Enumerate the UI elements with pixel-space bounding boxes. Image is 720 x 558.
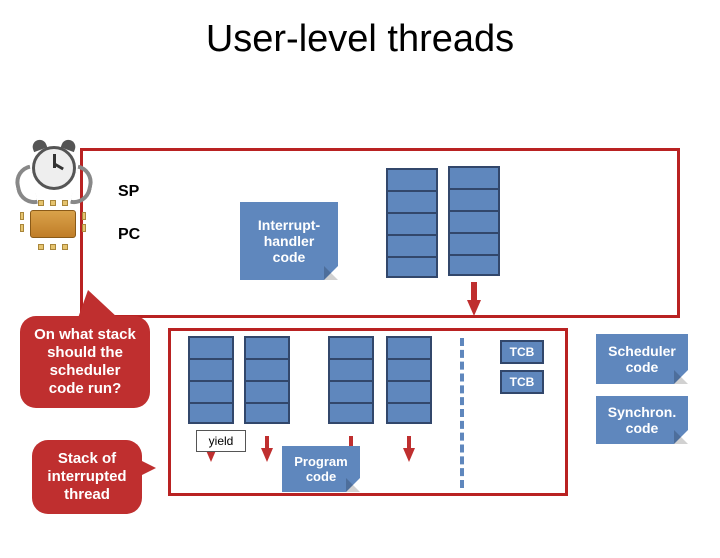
dashed-separator	[460, 338, 464, 488]
user-stack-4	[386, 336, 432, 424]
kernel-stack-2	[448, 166, 500, 276]
alarm-clock-icon	[22, 142, 86, 206]
yield-box: yield	[196, 430, 246, 452]
interrupt-handler-label: Interrupt- handler code	[258, 217, 320, 265]
tcb-1-label: TCB	[510, 345, 535, 359]
arrow-down-icon	[403, 448, 415, 462]
tcb-1: TCB	[500, 340, 544, 364]
tcb-2: TCB	[500, 370, 544, 394]
callout-question: On what stack should the scheduler code …	[20, 316, 150, 408]
slide-title: User-level threads	[0, 18, 720, 61]
scheduler-code-box: Scheduler code	[596, 334, 688, 384]
sp-register-label: SP	[118, 183, 139, 201]
interrupt-handler-code-box: Interrupt- handler code	[240, 202, 338, 280]
synchron-label: Synchron. code	[608, 404, 676, 436]
callout-question-text: On what stack should the scheduler code …	[34, 326, 136, 397]
synchron-code-box: Synchron. code	[596, 396, 688, 444]
kernel-stack-1	[386, 168, 438, 278]
scheduler-label: Scheduler code	[608, 343, 676, 375]
pc-register-label: PC	[118, 226, 140, 244]
kernel-region-box	[80, 148, 680, 318]
arrow-down-icon	[467, 300, 481, 316]
callout-answer: Stack of interrupted thread	[32, 440, 142, 514]
user-stack-2	[244, 336, 290, 424]
user-stack-3	[328, 336, 374, 424]
tcb-2-label: TCB	[510, 375, 535, 389]
program-code-label: Program code	[294, 454, 347, 484]
user-stack-1	[188, 336, 234, 424]
arrow-down-icon	[261, 448, 273, 462]
cpu-chip-icon	[20, 204, 86, 246]
program-code-box: Program code	[282, 446, 360, 492]
yield-label: yield	[209, 434, 234, 448]
callout-answer-text: Stack of interrupted thread	[47, 450, 126, 503]
